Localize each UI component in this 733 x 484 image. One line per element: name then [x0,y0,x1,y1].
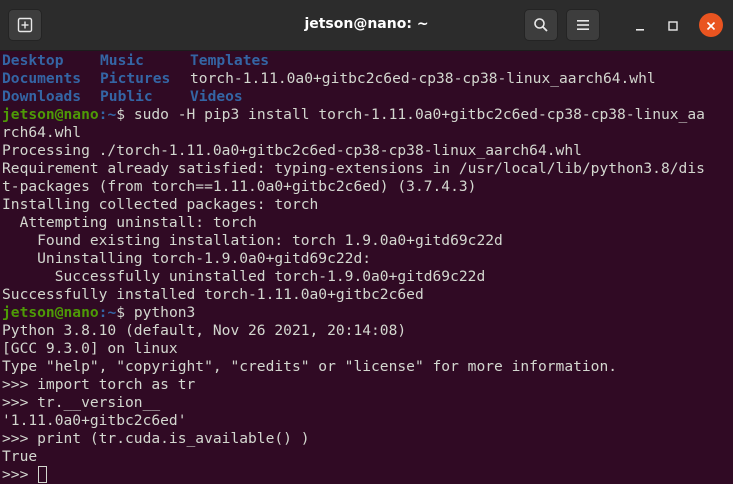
prompt-path: :~ [98,106,117,123]
output-line: >>> print (tr.cuda.is_available() ) [2,430,310,447]
output-line: [GCC 9.3.0] on linux [2,340,178,357]
output-line: Found existing installation: torch 1.9.0… [2,232,503,249]
ls-row: Documents Pictures torch-1.11.0a0+gitbc2c6… [2,70,733,88]
close-icon [706,16,716,35]
output-line: Uninstalling torch-1.9.0a0+gitd69c22d: [2,250,372,267]
hamburger-menu-icon [576,19,590,31]
ls-entry: Public [100,88,153,105]
minimize-button[interactable] [628,13,652,37]
ls-entry: torch-1.11.0a0+gitbc2c6ed-cp38-cp38-linu… [190,70,656,87]
minimize-icon [635,16,645,35]
menu-button[interactable] [566,9,600,41]
ls-entry: Downloads [2,88,82,105]
ls-entry: Templates [190,52,270,69]
ls-row: Downloads Public Videos [2,88,733,106]
maximize-icon [668,16,678,35]
command-text: sudo -H pip3 install torch-1.11.0a0+gitb… [133,106,705,123]
output-line: Successfully uninstalled torch-1.9.0a0+g… [2,268,486,285]
maximize-button[interactable] [661,13,685,37]
prompt-symbol: $ [116,106,134,123]
output-line: Type "help", "copyright", "credits" or "… [2,358,618,375]
ls-entry: Desktop [2,52,64,69]
output-line: Requirement already satisfied: typing-ex… [2,160,705,177]
command-wrap: rch64.whl [2,124,82,141]
ls-entry: Pictures [100,70,171,87]
ls-row: Desktop Music Templates [2,52,733,70]
search-icon [533,17,549,33]
prompt-path: :~ [98,304,117,321]
output-line: Processing ./torch-1.11.0a0+gitbc2c6ed-c… [2,142,582,159]
prompt-line: jetson@nano:~$ sudo -H pip3 install torc… [2,106,733,124]
repl-prompt-line[interactable]: >>> [2,466,733,484]
output-line: Installing collected packages: torch [2,196,319,213]
close-button[interactable] [699,13,723,37]
prompt-user: jetson@nano [2,106,99,123]
search-button[interactable] [524,9,558,41]
output-line: >>> tr.__version__ [2,394,161,411]
output-line: t-packages (from torch==1.11.0a0+gitbc2c… [2,178,477,195]
ls-entry: Videos [190,88,243,105]
new-tab-icon [17,17,33,33]
prompt-symbol: $ [116,304,134,321]
repl-prompt: >>> [2,466,38,483]
terminal-output[interactable]: Desktop Music Templates Documents Pictures t… [0,52,733,484]
output-line: True [2,448,38,465]
output-line: >>> import torch as tr [2,376,196,393]
output-line: Python 3.8.10 (default, Nov 26 2021, 20:… [2,322,407,339]
title-bar[interactable]: jetson@nano: ~ [0,0,733,51]
terminal-window: jetson@nano: ~ Desktop Music Templates D… [0,0,733,484]
ls-entry: Music [100,52,144,69]
new-tab-button[interactable] [8,9,42,41]
text-cursor [38,466,48,483]
output-line: Successfully installed torch-1.11.0a0+gi… [2,286,424,303]
prompt-user: jetson@nano [2,304,99,321]
ls-entry: Documents [2,70,82,87]
prompt-line: jetson@nano:~$ python3 [2,304,733,322]
window-title: jetson@nano: ~ [304,16,429,32]
command-text: python3 [133,304,196,321]
output-line: Attempting uninstall: torch [2,214,257,231]
output-line: '1.11.0a0+gitbc2c6ed' [2,412,187,429]
